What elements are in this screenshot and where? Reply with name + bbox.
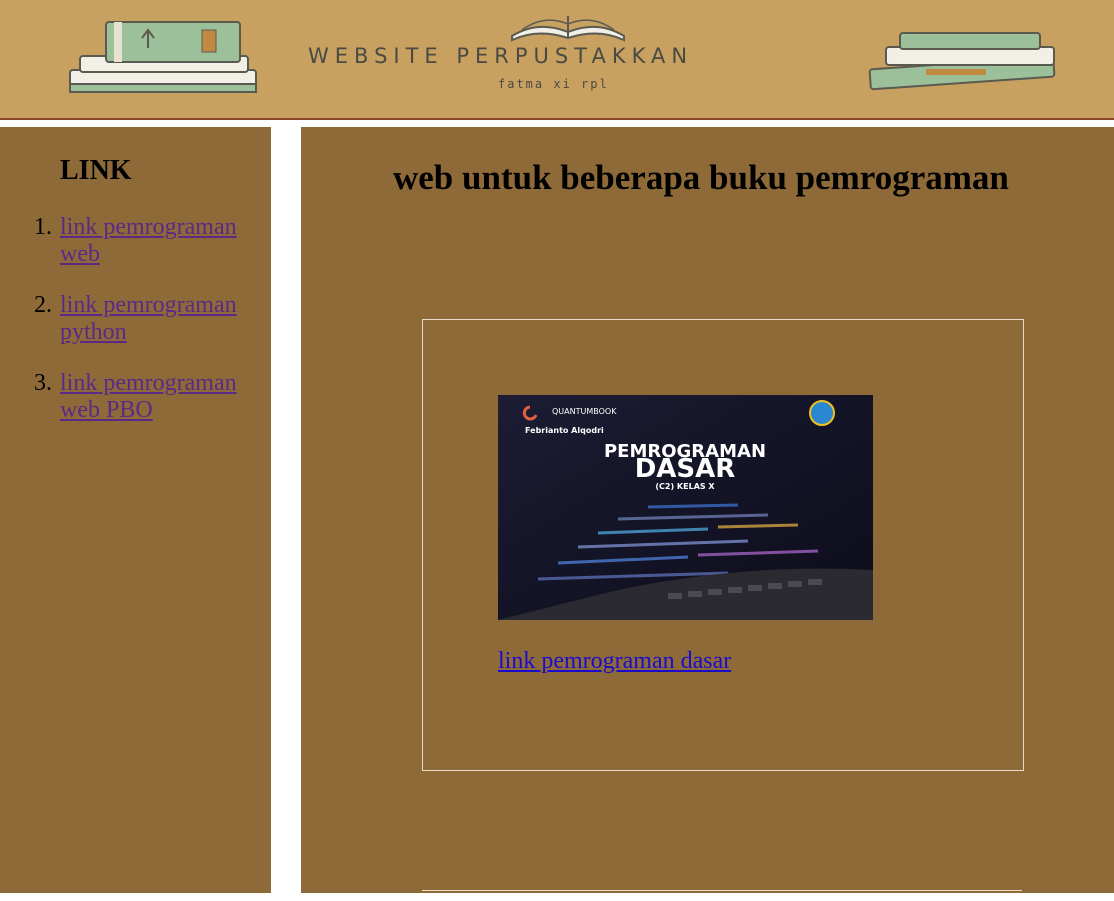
sidebar-heading: LINK [60, 155, 132, 186]
tut-wuri-badge-icon [809, 400, 835, 426]
book-card-next [422, 890, 1022, 901]
page-title: web untuk beberapa buku pemrograman [393, 158, 1009, 197]
list-number: 2. [34, 292, 52, 318]
sidebar-item-web: 1. link pemrograman web [34, 214, 250, 268]
sidebar-item-web-pbo: 3. link pemrograman web PBO [34, 370, 250, 424]
sidebar-item-python: 2. link pemrograman python [34, 292, 250, 346]
cover-author: Febrianto Alqodri [525, 426, 604, 435]
link-pemrograman-python[interactable]: link pemrograman python [60, 292, 237, 345]
header-banner: WEBSITE PERPUSTAKKAN fatma xi rpl [0, 0, 1114, 120]
list-number: 1. [34, 214, 52, 240]
link-pemrograman-dasar[interactable]: link pemrograman dasar [498, 648, 731, 675]
site-subtitle: fatma xi rpl [498, 77, 609, 91]
cover-subtitle: (C2) KELAS X [655, 482, 715, 491]
list-number: 3. [34, 370, 52, 396]
link-pemrograman-web-pbo[interactable]: link pemrograman web PBO [60, 370, 237, 423]
book-stack-left-illustration [69, 21, 257, 93]
sidebar-link-list: 1. link pemrograman web 2. link pemrogra… [34, 214, 250, 448]
book-stack-right-illustration [868, 32, 1056, 91]
site-title: WEBSITE PERPUSTAKKAN [308, 44, 694, 68]
book-cover-image: QUANTUMBOOK Febrianto Alqodri PEMROGRAMA… [498, 395, 873, 620]
cover-title-line2: DASAR [635, 454, 736, 484]
open-book-illustration [511, 16, 625, 42]
cover-publisher: QUANTUMBOOK [552, 407, 617, 416]
link-pemrograman-web[interactable]: link pemrograman web [60, 214, 237, 267]
